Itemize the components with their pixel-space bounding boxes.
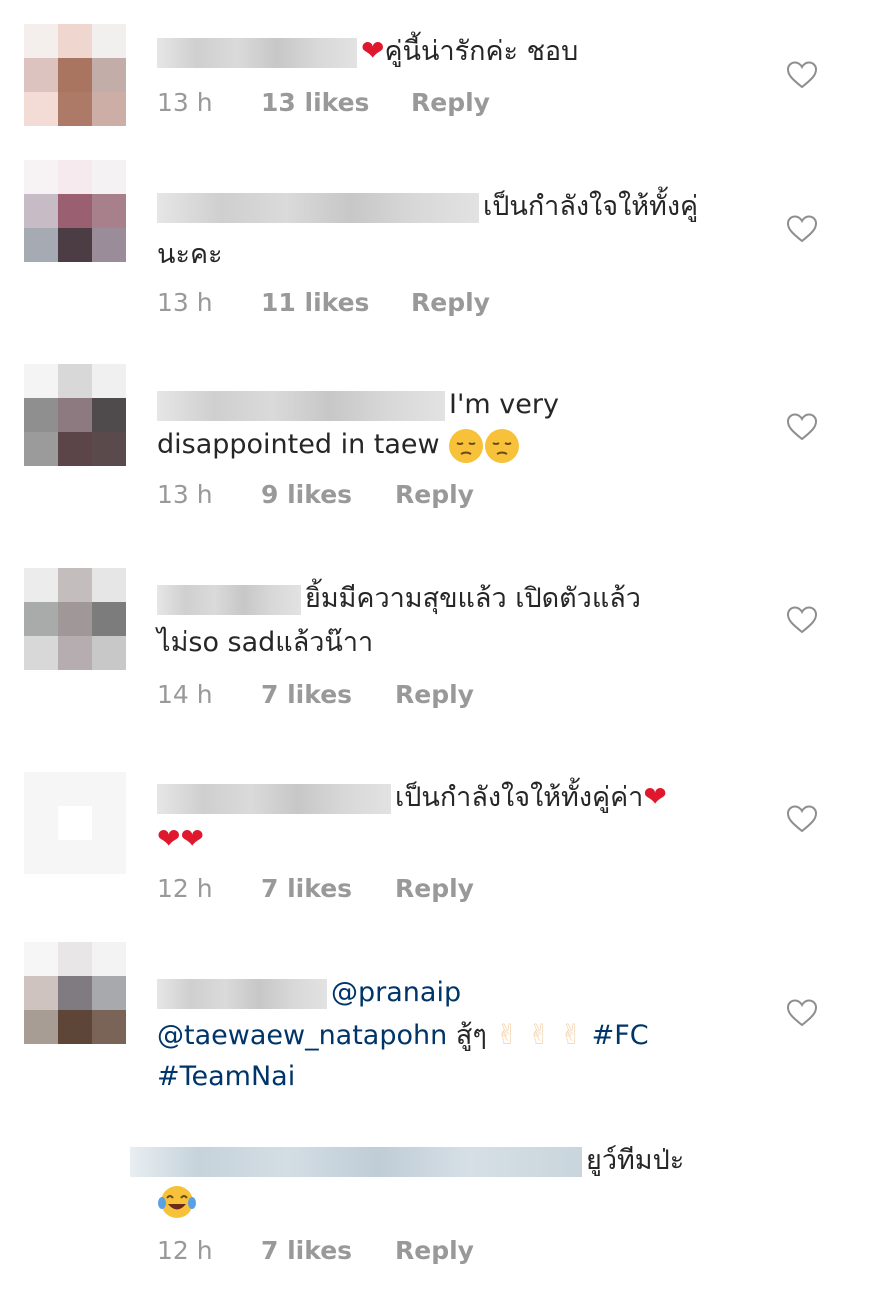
- timestamp: 13 h: [157, 288, 213, 317]
- red-heart-emoji: ❤❤: [157, 822, 204, 855]
- comment-body: ยูว์ทีมป่ะ: [586, 1145, 685, 1176]
- tears-of-joy-emoji: [158, 1185, 196, 1218]
- username-blurred[interactable]: [157, 192, 479, 223]
- reply-button[interactable]: Reply: [411, 288, 490, 317]
- comment-text-line2: ❤❤: [157, 818, 747, 861]
- comment-body: คู่นี้น่ารักค่ะ ชอบ: [384, 36, 579, 67]
- comment-text: ยูว์ทีมป่ะ: [130, 1140, 720, 1182]
- comment-body-continued: disappointed in taew: [157, 429, 440, 460]
- timestamp: 13 h: [157, 480, 213, 509]
- heart-outline-icon[interactable]: [786, 60, 818, 90]
- likes-count[interactable]: 11 likes: [261, 288, 411, 317]
- victory-hand-emoji: ✌: [527, 1018, 551, 1051]
- pensive-face-emoji: [449, 428, 484, 463]
- reply-button[interactable]: Reply: [395, 680, 474, 709]
- red-heart-emoji: ❤: [643, 780, 667, 813]
- username-blurred[interactable]: [157, 584, 301, 615]
- comment-meta: 12 h 7 likes Reply: [157, 874, 474, 903]
- heart-outline-icon[interactable]: [786, 214, 818, 244]
- comment-meta: 12 h 7 likes Reply: [157, 1236, 474, 1265]
- likes-count[interactable]: 13 likes: [261, 88, 411, 117]
- victory-hand-emoji: ✌: [495, 1018, 519, 1051]
- heart-outline-icon[interactable]: [786, 605, 818, 635]
- comment-text-line2: @taewaew_natapohn สู้ๆ ✌ ✌ ✌ #FC: [157, 1014, 747, 1057]
- avatar[interactable]: [24, 568, 126, 670]
- comment-body-continued: นะคะ: [157, 239, 223, 270]
- avatar[interactable]: [24, 24, 126, 126]
- avatar[interactable]: [24, 942, 126, 1044]
- comment-meta: 13 h 11 likes Reply: [157, 288, 490, 317]
- username-blurred[interactable]: [157, 978, 327, 1009]
- likes-count[interactable]: 7 likes: [261, 1236, 395, 1265]
- comment-body: เป็นกำลังใจให้ทั้งคู่ค่า: [395, 782, 644, 813]
- reply-button[interactable]: Reply: [411, 88, 490, 117]
- heart-outline-icon[interactable]: [786, 412, 818, 442]
- comment-meta: 13 h 13 likes Reply: [157, 88, 490, 117]
- comment-text: เป็นกำลังใจให้ทั้งคู่: [157, 186, 747, 228]
- comment-meta: 14 h 7 likes Reply: [157, 680, 474, 709]
- username-blurred[interactable]: [157, 390, 445, 421]
- reply-button[interactable]: Reply: [395, 1236, 474, 1265]
- hashtag-link[interactable]: #TeamNai: [157, 1061, 295, 1092]
- comment-body: เป็นกำลังใจให้ทั้งคู่: [483, 191, 699, 222]
- avatar[interactable]: [24, 364, 126, 466]
- avatar[interactable]: [24, 772, 126, 874]
- comment-text: ❤คู่นี้น่ารักค่ะ ชอบ: [157, 30, 747, 73]
- timestamp: 14 h: [157, 680, 213, 709]
- comment-text-line2: disappointed in taew: [157, 424, 747, 466]
- avatar[interactable]: [24, 160, 126, 262]
- red-heart-emoji: ❤: [361, 34, 385, 67]
- username-blurred[interactable]: [157, 783, 391, 814]
- comment-meta: 13 h 9 likes Reply: [157, 480, 474, 509]
- comment-text-line3: #TeamNai: [157, 1056, 747, 1098]
- comment-text-line2: ไม่so sadแล้วน๊าา: [157, 622, 747, 664]
- comment-text-line2: นะคะ: [157, 234, 747, 276]
- timestamp: 13 h: [157, 88, 213, 117]
- pensive-face-emoji: [485, 428, 520, 463]
- comment-text: @pranaip: [157, 972, 747, 1014]
- heart-outline-icon[interactable]: [786, 998, 818, 1028]
- mention-link[interactable]: @pranaip: [331, 977, 461, 1008]
- comment-text: I'm very: [157, 384, 747, 426]
- comment-body: ยิ้มมีความสุขแล้ว เปิดตัวแล้ว: [305, 583, 641, 614]
- likes-count[interactable]: 9 likes: [261, 480, 395, 509]
- hashtag-link[interactable]: #FC: [592, 1020, 649, 1051]
- victory-hand-emoji: ✌: [559, 1018, 584, 1051]
- likes-count[interactable]: 7 likes: [261, 874, 395, 903]
- comment-text: ยิ้มมีความสุขแล้ว เปิดตัวแล้ว: [157, 578, 747, 620]
- comment-body: I'm very: [449, 389, 559, 420]
- reply-button[interactable]: Reply: [395, 874, 474, 903]
- comment-text-line2: [157, 1180, 747, 1222]
- username-blurred[interactable]: [157, 37, 357, 68]
- likes-count[interactable]: 7 likes: [261, 680, 395, 709]
- comment-text: เป็นกำลังใจให้ทั้งคู่ค่า❤: [157, 776, 747, 819]
- timestamp: 12 h: [157, 874, 213, 903]
- heart-outline-icon[interactable]: [786, 804, 818, 834]
- reply-button[interactable]: Reply: [395, 480, 474, 509]
- comment-body: สู้ๆ: [455, 1020, 487, 1051]
- timestamp: 12 h: [157, 1236, 213, 1265]
- username-blurred[interactable]: [130, 1146, 582, 1177]
- comment-body-continued: ไม่so sadแล้วน๊าา: [157, 627, 374, 658]
- mention-link[interactable]: @taewaew_natapohn: [157, 1020, 447, 1051]
